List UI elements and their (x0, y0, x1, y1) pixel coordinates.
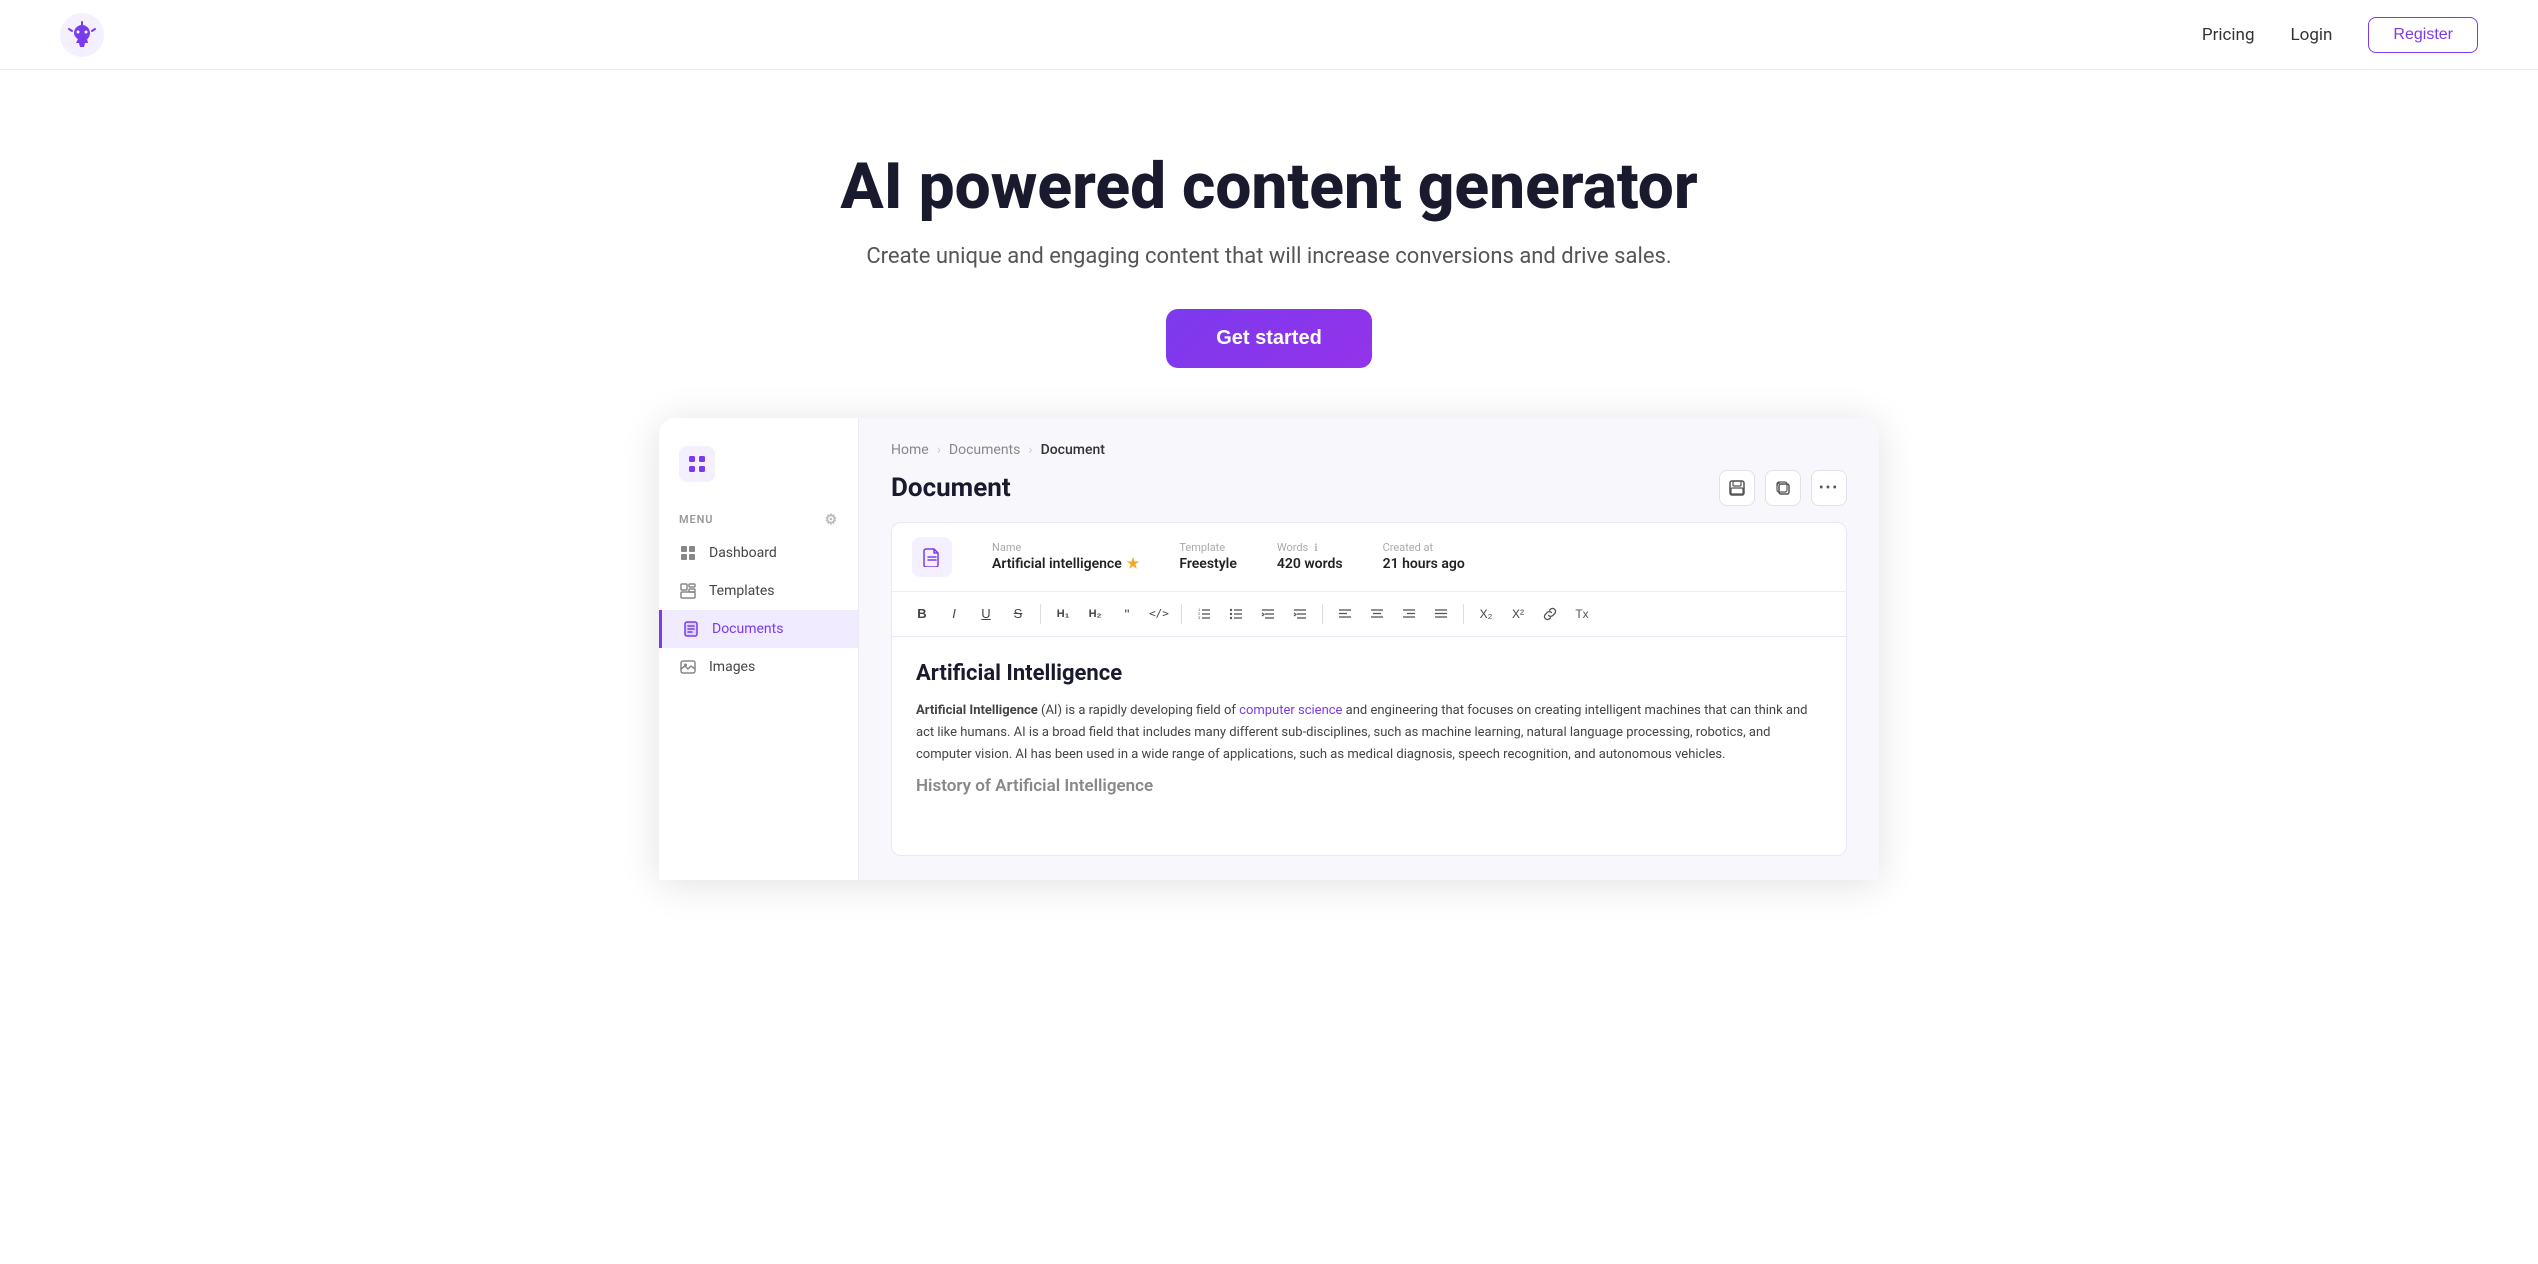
meta-created-label: Created at (1383, 541, 1465, 554)
nav-links: Pricing Login Register (2202, 17, 2478, 53)
sidebar-item-images[interactable]: Images (659, 648, 858, 686)
h2-button[interactable]: H₂ (1081, 600, 1109, 628)
images-icon (679, 658, 697, 676)
subscript-button[interactable]: X₂ (1472, 600, 1500, 628)
meta-name-value: Artificial intelligence ★ (992, 556, 1139, 572)
breadcrumb-current: Document (1041, 442, 1105, 458)
sidebar: MENU ⚙ Dashboard (659, 418, 859, 880)
sidebar-templates-label: Templates (709, 583, 775, 599)
more-button[interactable]: ••• (1811, 470, 1847, 506)
hero-section: AI powered content generator Create uniq… (0, 70, 2538, 418)
star-icon: ★ (1127, 556, 1140, 572)
hero-headline: AI powered content generator (20, 150, 2518, 224)
sidebar-item-dashboard[interactable]: Dashboard (659, 534, 858, 572)
meta-template-value: Freestyle (1179, 556, 1237, 572)
bold-button[interactable]: B (908, 600, 936, 628)
align-left-button[interactable] (1331, 600, 1359, 628)
underline-button[interactable]: U (972, 600, 1000, 628)
hero-subheadline: Create unique and engaging content that … (20, 244, 2518, 269)
dashboard-icon (679, 544, 697, 562)
doc-header: Document (891, 470, 1847, 506)
breadcrumb-documents[interactable]: Documents (949, 442, 1020, 458)
app-preview: MENU ⚙ Dashboard (629, 418, 1909, 880)
list-ol-button[interactable]: 123 (1190, 600, 1218, 628)
sidebar-dashboard-label: Dashboard (709, 545, 777, 561)
h1-button[interactable]: H₁ (1049, 600, 1077, 628)
meta-created: Created at 21 hours ago (1383, 541, 1465, 572)
meta-created-value: 21 hours ago (1383, 556, 1465, 572)
register-button[interactable]: Register (2368, 17, 2478, 53)
save-button[interactable] (1719, 470, 1755, 506)
link-button[interactable] (1536, 600, 1564, 628)
copy-button[interactable] (1765, 470, 1801, 506)
quote-button[interactable]: " (1113, 600, 1141, 628)
meta-template: Template Freestyle (1179, 541, 1237, 572)
toolbar-sep-3 (1322, 604, 1323, 624)
code-button[interactable]: </> (1145, 600, 1173, 628)
breadcrumb: Home › Documents › Document (891, 442, 1847, 458)
login-link[interactable]: Login (2291, 25, 2333, 45)
navbar: Pricing Login Register (0, 0, 2538, 70)
pricing-link[interactable]: Pricing (2202, 25, 2255, 45)
sidebar-images-label: Images (709, 659, 755, 675)
indent-button[interactable] (1286, 600, 1314, 628)
cta-button[interactable]: Get started (1166, 309, 1372, 368)
editor-intro-bold: Artificial Intelligence (916, 703, 1038, 718)
list-ul-button[interactable] (1222, 600, 1250, 628)
meta-template-label: Template (1179, 541, 1237, 554)
sidebar-logo[interactable] (659, 438, 858, 502)
settings-icon[interactable]: ⚙ (825, 512, 838, 528)
align-center-button[interactable] (1363, 600, 1391, 628)
align-right-button[interactable] (1395, 600, 1423, 628)
superscript-button[interactable]: X² (1504, 600, 1532, 628)
sidebar-section-label: MENU ⚙ (659, 502, 858, 534)
breadcrumb-sep-2: › (1028, 442, 1032, 458)
editor-intro-link[interactable]: computer science (1239, 703, 1342, 718)
app-window: MENU ⚙ Dashboard (659, 418, 1879, 880)
meta-words: Words ℹ 420 words (1277, 541, 1343, 572)
sidebar-item-templates[interactable]: Templates (659, 572, 858, 610)
meta-name-label: Name (992, 541, 1139, 554)
toolbar: B I U S H₁ H₂ " </> 123 (891, 591, 1847, 636)
toolbar-sep-4 (1463, 604, 1464, 624)
documents-icon (682, 620, 700, 638)
meta-name: Name Artificial intelligence ★ (992, 541, 1139, 572)
strikethrough-button[interactable]: S (1004, 600, 1032, 628)
italic-button[interactable]: I (940, 600, 968, 628)
editor-intro-text: (AI) is a rapidly developing field of (1038, 703, 1239, 718)
justify-button[interactable] (1427, 600, 1455, 628)
editor-heading: Artificial Intelligence (916, 661, 1822, 686)
toolbar-sep-1 (1040, 604, 1041, 624)
meta-bar: Name Artificial intelligence ★ Template … (891, 522, 1847, 591)
ellipsis-icon: ••• (1819, 480, 1839, 496)
templates-icon (679, 582, 697, 600)
editor-intro: Artificial Intelligence (AI) is a rapidl… (916, 700, 1822, 766)
meta-words-value: 420 words (1277, 556, 1343, 572)
breadcrumb-home[interactable]: Home (891, 442, 929, 458)
meta-words-label: Words ℹ (1277, 541, 1343, 554)
editor-section2: History of Artificial Intelligence (916, 776, 1822, 796)
sidebar-documents-label: Documents (712, 621, 783, 637)
doc-title: Document (891, 473, 1011, 503)
sidebar-item-documents[interactable]: Documents (659, 610, 858, 648)
doc-actions: ••• (1719, 470, 1847, 506)
main-content: Home › Documents › Document Document (859, 418, 1879, 880)
editor[interactable]: Artificial Intelligence Artificial Intel… (891, 636, 1847, 856)
logo[interactable] (60, 13, 104, 57)
outdent-button[interactable] (1254, 600, 1282, 628)
clear-format-button[interactable]: Tx (1568, 600, 1596, 628)
document-icon (912, 537, 952, 577)
svg-text:3: 3 (1198, 615, 1201, 620)
breadcrumb-sep-1: › (937, 442, 941, 458)
toolbar-sep-2 (1181, 604, 1182, 624)
